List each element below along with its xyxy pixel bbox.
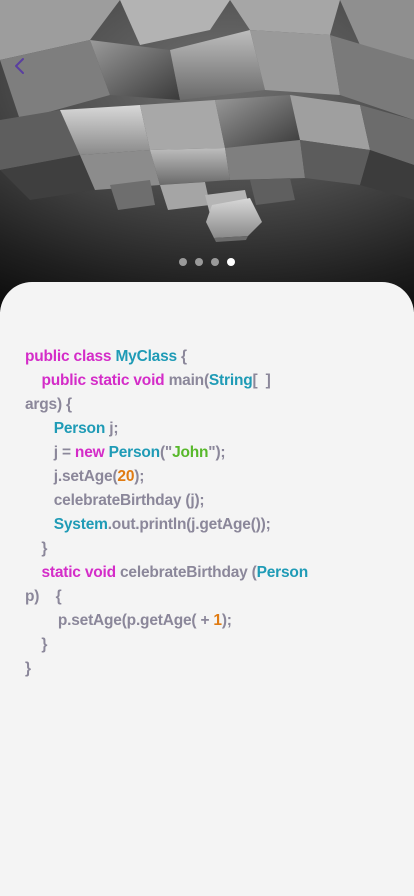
code-line: p) { [25,585,308,609]
code-token: j.setAge( [25,468,118,485]
code-line: celebrateBirthday (j); [25,489,308,513]
hero-image [0,0,414,312]
carousel-indicator [0,258,414,266]
back-button[interactable] [12,56,40,84]
code-token: String [208,372,253,389]
code-token: .out.println(j.getAge()); [107,516,271,533]
code-token: celebrateBirthday (j); [25,492,205,509]
code-token: 1 [213,612,222,629]
code-token: 20 [117,468,135,485]
code-line: } [25,633,308,657]
code-token: public class [25,348,116,365]
code-token: Person [108,444,161,461]
code-line: j.setAge(20); [25,465,308,489]
code-token: John [172,444,209,461]
code-token: } [25,660,31,677]
code-snippet: public class MyClass { public static voi… [25,345,308,681]
code-line: } [25,657,308,681]
code-token: p) { [25,588,62,605]
code-token: } [25,636,48,653]
code-token: [ ] [252,372,271,389]
carousel-dot-3[interactable] [211,258,219,266]
code-line: args) { [25,393,308,417]
code-token: } [25,540,48,557]
code-token: public static void [41,372,169,389]
code-token: { [176,348,187,365]
code-token: (" [159,444,173,461]
code-token: Person [53,420,106,437]
code-line: System.out.println(j.getAge()); [25,513,308,537]
chevron-left-icon [15,58,24,74]
code-line: public class MyClass { [25,345,308,369]
code-line: j = new Person("John"); [25,441,308,465]
carousel-dot-1[interactable] [179,258,187,266]
code-token: MyClass [115,348,177,365]
code-line: Person j; [25,417,308,441]
code-line: } [25,537,308,561]
code-line: p.setAge(p.getAge( + 1); [25,609,308,633]
code-line: static void celebrateBirthday (Person [25,561,308,585]
code-token: j; [105,420,119,437]
carousel-dot-4-active[interactable] [227,258,235,266]
code-token: System [53,516,108,533]
code-token: celebrateBirthday ( [120,564,257,581]
code-token: "); [208,444,226,461]
code-token: ); [134,468,145,485]
code-line: public static void main(String[ ] [25,369,308,393]
screen: public class MyClass { public static voi… [0,0,414,896]
code-token: ); [221,612,232,629]
code-token: p.setAge(p.getAge( + [25,612,214,629]
code-token: j = [25,444,75,461]
code-token: new [74,444,109,461]
code-token: static void [41,564,121,581]
code-token: args) { [25,396,72,413]
code-token: Person [256,564,309,581]
carousel-dot-2[interactable] [195,258,203,266]
code-token: main( [168,372,210,389]
